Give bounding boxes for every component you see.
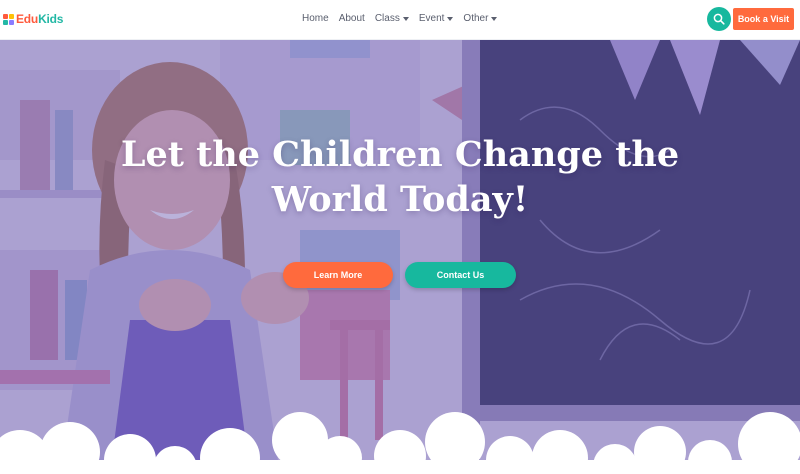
main-nav: Home About Class Event Other (302, 13, 507, 24)
nav-home[interactable]: Home (302, 13, 329, 24)
logo-blocks-icon (3, 13, 14, 25)
nav-class-label: Class (374, 13, 400, 24)
nav-event-label: Event (418, 13, 445, 24)
chevron-down-icon (491, 17, 498, 21)
chevron-down-icon (447, 17, 454, 21)
brand-logo[interactable]: EduKids (3, 12, 63, 26)
cloud-divider (0, 412, 800, 474)
nav-other-label: Other (463, 13, 489, 24)
brand-name: EduKids (16, 12, 63, 26)
nav-class-dropdown[interactable]: Class (375, 13, 409, 24)
nav-about[interactable]: About (339, 13, 365, 24)
brand-name-kids: Kids (38, 12, 64, 26)
hero-section: Let the Children Change the World Today!… (0, 40, 800, 474)
book-visit-button[interactable]: Book a Visit (733, 8, 794, 30)
nav-other-dropdown[interactable]: Other (463, 13, 498, 24)
nav-event-dropdown[interactable]: Event (419, 13, 454, 24)
brand-name-edu: Edu (16, 12, 39, 26)
search-button[interactable] (707, 7, 731, 31)
top-navbar: EduKids Home About Class Event Other Boo… (0, 0, 800, 40)
chevron-down-icon (402, 17, 409, 21)
search-icon (713, 13, 725, 25)
